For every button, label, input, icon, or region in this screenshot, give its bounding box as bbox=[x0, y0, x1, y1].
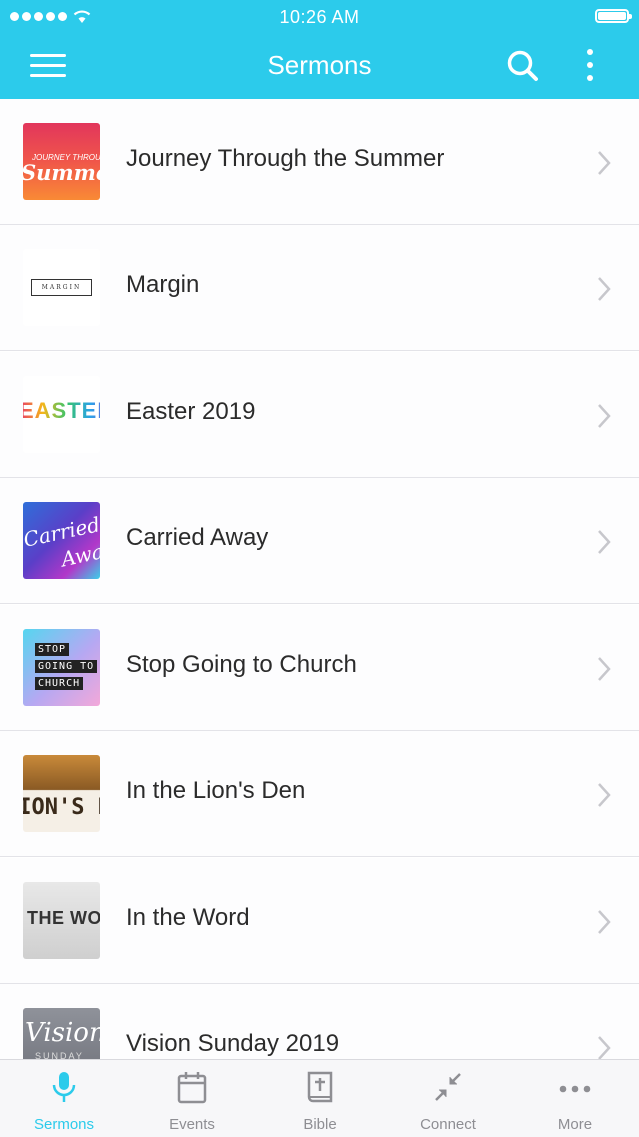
sermon-row[interactable]: EASTER Easter 2019 bbox=[0, 352, 639, 478]
thumb-caption-2: Summer bbox=[23, 160, 100, 185]
status-time: 10:26 AM bbox=[279, 7, 360, 27]
thumb-caption: Vision bbox=[25, 1018, 100, 1048]
chevron-right-icon bbox=[598, 1036, 611, 1059]
sermon-row[interactable]: MARGIN Margin bbox=[0, 225, 639, 351]
page-title: Sermons bbox=[267, 50, 372, 80]
tab-label: Connect bbox=[420, 1116, 476, 1133]
app-header: 10:26 AM Sermons bbox=[0, 0, 639, 99]
sermon-row[interactable]: THE WORD In the Word bbox=[0, 858, 639, 984]
sermon-list: JOURNEY THROUGH Summer Journey Through t… bbox=[0, 99, 639, 1059]
thumb-caption-3: CHURCH bbox=[35, 677, 84, 690]
chevron-right-icon bbox=[598, 657, 611, 681]
thumb-caption: EASTER bbox=[23, 398, 100, 424]
tab-bar: Sermons Events Bible Connect More bbox=[0, 1059, 639, 1136]
tab-label: More bbox=[557, 1116, 593, 1133]
sermon-thumbnail: JOURNEY THROUGH Summer bbox=[23, 123, 100, 200]
sermon-thumbnail: EASTER bbox=[23, 376, 100, 453]
tab-label: Bible bbox=[303, 1116, 337, 1133]
sermon-title: In the Lion's Den bbox=[126, 777, 306, 804]
thumb-caption-2: SUNDAY bbox=[35, 1051, 84, 1059]
tab-label: Sermons bbox=[33, 1116, 95, 1133]
tab-sermons[interactable]: Sermons bbox=[0, 1060, 128, 1137]
sermon-row[interactable]: Carried Away Carried Away bbox=[0, 478, 639, 604]
tab-label: Events bbox=[169, 1116, 215, 1133]
sermon-thumbnail: Vision SUNDAY bbox=[23, 1008, 100, 1059]
chevron-right-icon bbox=[598, 910, 611, 934]
sermon-row[interactable]: JOURNEY THROUGH Summer Journey Through t… bbox=[0, 99, 639, 225]
bible-icon bbox=[307, 1071, 333, 1103]
calendar-icon bbox=[177, 1072, 207, 1104]
sermon-title: Journey Through the Summer bbox=[126, 145, 445, 172]
sermon-title: Carried Away bbox=[126, 524, 269, 551]
sermon-thumbnail: Carried Away bbox=[23, 502, 100, 579]
sermon-thumbnail: MARGIN bbox=[23, 249, 100, 326]
overflow-menu-button[interactable] bbox=[580, 48, 600, 84]
sermon-title: Easter 2019 bbox=[126, 398, 256, 425]
tab-more[interactable]: More bbox=[511, 1060, 639, 1137]
ellipsis-icon bbox=[559, 1085, 591, 1093]
sermon-row[interactable]: Vision SUNDAY Vision Sunday 2019 bbox=[0, 984, 639, 1059]
chevron-right-icon bbox=[598, 277, 611, 301]
sermon-title: Stop Going to Church bbox=[126, 651, 357, 678]
status-bar: 10:26 AM bbox=[0, 0, 639, 34]
search-icon[interactable] bbox=[506, 49, 540, 83]
sermon-title: Vision Sunday 2019 bbox=[126, 1030, 340, 1057]
thumb-caption: THE WORD bbox=[27, 908, 100, 928]
thumb-caption: MARGIN bbox=[31, 279, 92, 296]
tab-events[interactable]: Events bbox=[128, 1060, 256, 1137]
sermon-thumbnail: STOP GOING TO CHURCH bbox=[23, 629, 100, 706]
sermon-title: Margin bbox=[126, 271, 200, 298]
thumb-caption: LION'S DEN bbox=[23, 795, 100, 820]
thumb-caption: STOP bbox=[35, 643, 70, 656]
sermon-title: In the Word bbox=[126, 904, 250, 931]
thumb-caption-2: GOING TO bbox=[35, 660, 98, 673]
microphone-icon bbox=[52, 1072, 76, 1102]
connect-arrows-icon bbox=[435, 1073, 461, 1101]
sermon-thumbnail: LION'S DEN bbox=[23, 755, 100, 832]
chevron-right-icon bbox=[598, 530, 611, 554]
sermon-row[interactable]: STOP GOING TO CHURCH Stop Going to Churc… bbox=[0, 605, 639, 731]
chevron-right-icon bbox=[598, 783, 611, 807]
chevron-right-icon bbox=[598, 404, 611, 428]
tab-bible[interactable]: Bible bbox=[256, 1060, 384, 1137]
tab-connect[interactable]: Connect bbox=[384, 1060, 512, 1137]
chevron-right-icon bbox=[598, 151, 611, 175]
sermon-thumbnail: THE WORD bbox=[23, 882, 100, 959]
sermon-row[interactable]: LION'S DEN In the Lion's Den bbox=[0, 731, 639, 857]
battery-icon bbox=[595, 9, 632, 23]
